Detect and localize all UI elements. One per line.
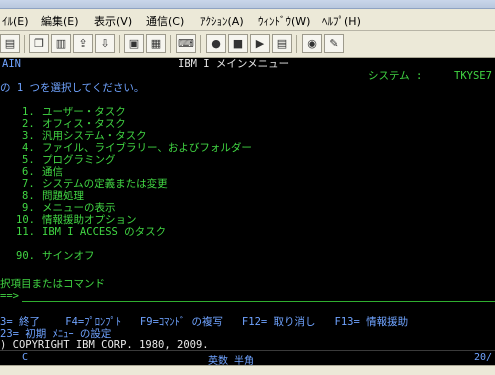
option-number: 4. xyxy=(22,142,35,154)
record-macro-icon[interactable]: ● xyxy=(206,34,226,53)
option-number: 1. xyxy=(22,106,35,118)
function-keys-line-1: 3= 終了 F4=ﾌﾟﾛﾝﾌﾟﾄ F9=ｺﾏﾝﾄﾞ の複写 F12= 取り消し … xyxy=(0,316,409,328)
option-number: 9. xyxy=(22,202,35,214)
option-label: オフィス・タスク xyxy=(42,118,126,130)
macro-list-icon[interactable]: ▤ xyxy=(272,34,292,53)
toolbar-separator xyxy=(296,35,297,53)
option-label: サインオフ xyxy=(42,250,95,262)
option-number: 3. xyxy=(22,130,35,142)
paste-icon[interactable]: ▥ xyxy=(51,34,71,53)
pencil-icon[interactable]: ✎ xyxy=(324,34,344,53)
keyboard-icon[interactable]: ⌨ xyxy=(176,34,196,53)
option-label: IBM I ACCESS のタスク xyxy=(42,226,167,238)
terminal-status-bar: C 英数 半角 20/ xyxy=(0,350,495,367)
option-label: プログラミング xyxy=(42,154,116,166)
command-input[interactable] xyxy=(22,301,495,302)
option-label: ファイル、ライブラリー、およびフォルダー xyxy=(42,142,252,154)
system-label: システム : xyxy=(368,70,423,82)
menu-edit[interactable]: 編集(E) xyxy=(41,13,79,29)
option-number: 6. xyxy=(22,166,35,178)
menu-help[interactable]: ﾍﾙﾌﾟ(H) xyxy=(322,13,361,29)
option-label: 通信 xyxy=(42,166,63,178)
copyright-text: ) COPYRIGHT IBM CORP. 1980, 2009. xyxy=(0,339,209,350)
stop-macro-icon[interactable]: ■ xyxy=(228,34,248,53)
toolbar-separator xyxy=(170,35,171,53)
option-label: 情報援助オプション xyxy=(42,214,137,226)
option-label: メニューの表示 xyxy=(42,202,116,214)
option-label: システムの定義または変更 xyxy=(42,178,168,190)
prompt-label: 択項目またはコマンド xyxy=(0,278,105,290)
option-number: 11. xyxy=(16,226,35,238)
toolbar-separator xyxy=(24,35,25,53)
globe-icon[interactable]: ◉ xyxy=(302,34,322,53)
option-number: 2. xyxy=(22,118,35,130)
menu-action[interactable]: ｱｸｼｮﾝ(A) xyxy=(200,13,244,29)
option-number: 8. xyxy=(22,190,35,202)
instruction-text: の 1 つを選択してください。 xyxy=(0,82,145,94)
prompt-arrow: ==> xyxy=(0,290,19,302)
menu-bar: ｲﾙ(E) 編集(E) 表示(V) 通信(C) ｱｸｼｮﾝ(A) ｳｨﾝﾄﾞｳ(… xyxy=(0,9,495,31)
menu-view[interactable]: 表示(V) xyxy=(94,13,132,29)
status-indicator: C xyxy=(22,352,29,363)
option-number: 7. xyxy=(22,178,35,190)
option-number: 10. xyxy=(16,214,35,226)
option-number: 90. xyxy=(16,250,35,262)
menu-file[interactable]: ｲﾙ(E) xyxy=(2,13,29,29)
terminal-screen[interactable]: AIN IBM I メインメニュー システム : TKYSE7 の 1 つを選択… xyxy=(0,58,495,350)
copy-icon[interactable]: ❐ xyxy=(29,34,49,53)
menu-communication[interactable]: 通信(C) xyxy=(146,13,184,29)
toolbar-separator xyxy=(200,35,201,53)
program-name: AIN xyxy=(2,58,21,70)
option-label: 問題処理 xyxy=(42,190,84,202)
option-label: 汎用システム・タスク xyxy=(42,130,147,142)
receive-icon[interactable]: ⇩ xyxy=(95,34,115,53)
send-icon[interactable]: ⇪ xyxy=(73,34,93,53)
screen-icon[interactable]: ▦ xyxy=(146,34,166,53)
system-value: TKYSE7 xyxy=(454,70,492,82)
page-title: IBM I メインメニュー xyxy=(178,58,290,70)
print-icon[interactable]: ▤ xyxy=(0,34,20,53)
toolbar-separator xyxy=(119,35,120,53)
option-number: 5. xyxy=(22,154,35,166)
toolbar: ▤ ❐ ▥ ⇪ ⇩ ▣ ▦ ⌨ ● ■ ▶ ▤ ◉ ✎ xyxy=(0,31,495,58)
window-title-bar xyxy=(0,0,495,9)
menu-window[interactable]: ｳｨﾝﾄﾞｳ(W) xyxy=(258,13,310,29)
option-label: ユーザー・タスク xyxy=(42,106,126,118)
cursor-position: 20/ xyxy=(474,352,493,363)
play-macro-icon[interactable]: ▶ xyxy=(250,34,270,53)
display-icon[interactable]: ▣ xyxy=(124,34,144,53)
